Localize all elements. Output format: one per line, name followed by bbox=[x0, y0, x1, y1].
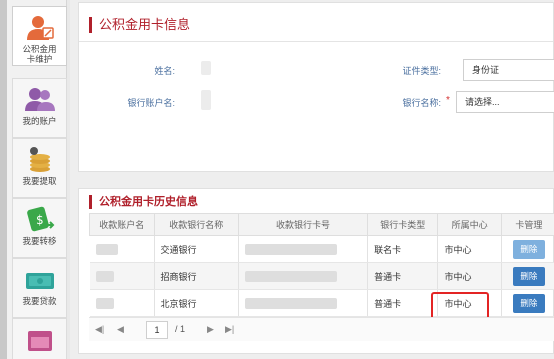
table-row: 招商银行 普通卡 市中心 删除 bbox=[89, 262, 554, 290]
card-number-cell bbox=[238, 262, 369, 290]
total-pages: / 1 bbox=[175, 324, 186, 334]
id-type-field[interactable]: 身份证 bbox=[463, 59, 554, 81]
sidebar-item-transfer[interactable]: $ 我要转移 bbox=[12, 198, 67, 258]
account-name-cell bbox=[89, 235, 155, 263]
sidebar-item-label: 我要贷款 bbox=[22, 296, 57, 306]
center-cell: 市中心 bbox=[437, 262, 502, 290]
column-header: 收款银行卡号 bbox=[237, 213, 369, 236]
card-history-panel: 公积金用卡历史信息 收款账户名 收款银行名称 收款银行卡号 银行卡类型 所属中心… bbox=[78, 188, 554, 354]
redacted-value bbox=[245, 297, 337, 309]
redacted-value bbox=[95, 270, 114, 282]
svg-text:$: $ bbox=[36, 213, 44, 227]
sidebar-item-label: 我要转移 bbox=[22, 236, 57, 246]
action-cell: 删除 bbox=[501, 289, 554, 317]
left-edge-strip bbox=[0, 0, 7, 359]
card-number-cell bbox=[238, 289, 369, 317]
sidebar-item-label: 我要提取 bbox=[22, 176, 57, 186]
action-cell: 删除 bbox=[501, 235, 554, 263]
id-type-label: 证件类型: bbox=[402, 66, 441, 76]
redacted-value bbox=[245, 270, 337, 282]
delete-button[interactable]: 删除 bbox=[512, 266, 545, 286]
next-page-button[interactable]: ▶ bbox=[207, 324, 214, 335]
card-info-panel: 公积金用卡信息 姓名: 证件类型: 身份证 银行账户名: 银行名称: * 请选择… bbox=[78, 2, 554, 172]
bank-name-cell: 北京银行 bbox=[154, 289, 240, 317]
transfer-icon: $ bbox=[26, 206, 54, 232]
account-name-label: 银行账户名: bbox=[127, 98, 175, 108]
redacted-value bbox=[245, 243, 337, 255]
column-header: 卡管理 bbox=[500, 213, 554, 236]
redacted-value bbox=[95, 243, 118, 255]
column-header: 收款银行名称 bbox=[153, 213, 240, 236]
sidebar: 公积金用卡维护 我的账户 我要提取 $ 我要转移 我要贷款 bbox=[7, 0, 67, 359]
sidebar-item-label: 公积金用卡维护 bbox=[22, 44, 57, 64]
history-title: 公积金用卡历史信息 bbox=[89, 195, 198, 209]
users-icon bbox=[24, 88, 55, 111]
name-label: 姓名: bbox=[154, 66, 175, 76]
action-cell: 删除 bbox=[501, 262, 554, 290]
last-page-button[interactable]: ▶| bbox=[225, 324, 234, 335]
card-number-cell bbox=[238, 235, 369, 263]
column-header: 所属中心 bbox=[437, 213, 502, 236]
page-number-input[interactable]: 1 bbox=[146, 321, 168, 339]
main-content: 公积金用卡信息 姓名: 证件类型: 身份证 银行账户名: 银行名称: * 请选择… bbox=[70, 0, 554, 359]
account-name-cell bbox=[89, 262, 155, 290]
delete-button[interactable]: 删除 bbox=[512, 293, 545, 313]
sidebar-item-withdraw[interactable]: 我要提取 bbox=[12, 138, 67, 198]
sidebar-item-my-account[interactable]: 我的账户 bbox=[12, 78, 67, 138]
calendar-icon bbox=[27, 331, 52, 351]
name-value-redacted bbox=[201, 61, 211, 75]
divider bbox=[79, 41, 553, 42]
column-header: 收款账户名 bbox=[89, 213, 155, 236]
sidebar-item-card-maintenance[interactable]: 公积金用卡维护 bbox=[12, 6, 67, 66]
bank-name-cell: 交通银行 bbox=[154, 235, 240, 263]
center-cell: 市中心 bbox=[437, 235, 502, 263]
prev-page-button[interactable]: ◀ bbox=[117, 324, 124, 335]
card-type-cell: 普通卡 bbox=[367, 262, 439, 290]
required-mark: * bbox=[446, 95, 450, 106]
bank-name-cell: 招商银行 bbox=[154, 262, 240, 290]
redacted-value bbox=[95, 297, 114, 309]
card-type-cell: 联名卡 bbox=[367, 235, 439, 263]
coins-icon bbox=[29, 147, 50, 172]
pagination: ◀| ◀ 1 / 1 ▶ ▶| bbox=[89, 317, 554, 341]
sidebar-item-more[interactable] bbox=[12, 318, 67, 359]
card-type-cell: 普通卡 bbox=[367, 289, 439, 317]
column-header: 银行卡类型 bbox=[367, 213, 439, 236]
delete-button[interactable]: 删除 bbox=[512, 239, 545, 259]
first-page-button[interactable]: ◀| bbox=[95, 324, 104, 335]
person-edit-icon bbox=[26, 16, 54, 40]
account-name-cell bbox=[89, 289, 155, 317]
bank-name-label: 银行名称: bbox=[402, 98, 441, 108]
account-name-value-redacted bbox=[201, 90, 211, 110]
table-header-row: 收款账户名 收款银行名称 收款银行卡号 银行卡类型 所属中心 卡管理 bbox=[89, 213, 554, 236]
sidebar-item-label: 我的账户 bbox=[22, 116, 57, 126]
table-row: 交通银行 联名卡 市中心 删除 bbox=[89, 235, 554, 263]
money-icon bbox=[25, 273, 54, 289]
bank-name-select[interactable]: 请选择... bbox=[456, 91, 554, 113]
page-title: 公积金用卡信息 bbox=[89, 17, 190, 33]
sidebar-item-loan[interactable]: 我要贷款 bbox=[12, 258, 67, 318]
